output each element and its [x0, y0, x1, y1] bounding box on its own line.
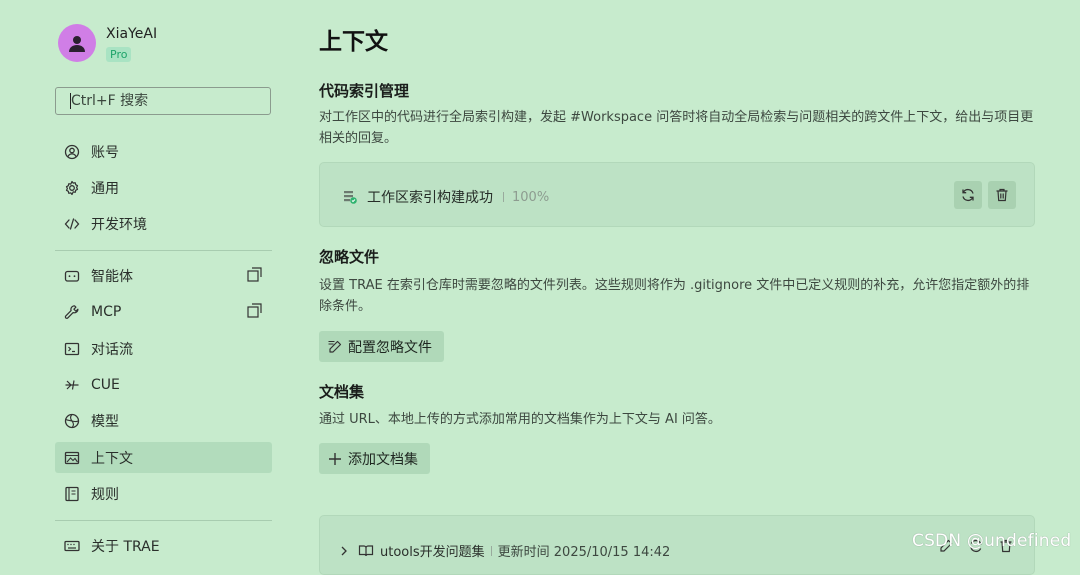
pro-badge: Pro	[106, 47, 132, 62]
sidebar-item-label: 规则	[91, 486, 119, 503]
add-docs-button[interactable]: 添加文档集	[319, 443, 430, 474]
text-caret	[70, 93, 71, 109]
sidebar-item-conversation-flow[interactable]: 对话流	[55, 333, 272, 364]
delete-index-button[interactable]	[988, 181, 1016, 209]
sidebar-divider	[55, 520, 272, 521]
wrench-icon	[64, 304, 80, 320]
sidebar-item-label: 通用	[91, 180, 119, 197]
keyboard-icon	[64, 538, 80, 554]
model-icon	[64, 413, 80, 429]
watermark: CSDN @undefined	[912, 531, 1072, 551]
sidebar-item-agents[interactable]: 智能体	[55, 260, 272, 291]
doc-set-name: utools开发问题集	[380, 545, 485, 560]
sidebar-item-mcp[interactable]: MCP	[55, 296, 272, 327]
sidebar-item-label: CUE	[91, 376, 120, 393]
refresh-icon	[962, 188, 974, 202]
sidebar-item-cue[interactable]: CUE	[55, 369, 272, 400]
button-label: 添加文档集	[348, 450, 418, 467]
index-status-card: 工作区索引构建成功 100%	[319, 162, 1035, 227]
trash-icon	[996, 188, 1008, 202]
search-input[interactable]	[55, 87, 271, 115]
ignore-files-description: 设置 TRAE 在索引仓库时需要忽略的文件列表。这些规则将作为 .gitigno…	[319, 278, 1030, 314]
context-icon	[64, 450, 80, 466]
sidebar-item-models[interactable]: 模型	[55, 405, 272, 436]
avatar	[58, 24, 96, 62]
button-label: 配置忽略文件	[348, 338, 432, 355]
sidebar-item-dev-env[interactable]: 开发环境	[55, 208, 272, 239]
index-status-text: 工作区索引构建成功	[367, 190, 493, 206]
sidebar-item-label: 智能体	[91, 268, 133, 285]
sidebar-item-label: 对话流	[91, 341, 133, 358]
code-index-description: 对工作区中的代码进行全局索引构建，发起 #Workspace 问答时将自动全局检…	[319, 110, 1034, 146]
sidebar-item-rules[interactable]: 规则	[55, 478, 272, 509]
user-name: XiaYeAI	[106, 26, 158, 42]
separator	[490, 545, 492, 556]
code-icon	[64, 216, 80, 232]
sidebar-item-label: 关于 TRAE	[91, 538, 160, 555]
book-icon	[358, 544, 374, 556]
sidebar-item-label: 上下文	[91, 450, 133, 467]
separator	[503, 192, 504, 202]
user-icon	[69, 36, 85, 52]
open-external-icon[interactable]	[247, 267, 262, 282]
sidebar-divider	[55, 250, 272, 251]
agent-icon	[64, 268, 80, 284]
sidebar-item-account[interactable]: 账号	[55, 136, 272, 167]
sidebar-item-general[interactable]: 通用	[55, 172, 272, 203]
index-progress: 100%	[512, 189, 550, 205]
rebuild-index-button[interactable]	[954, 181, 982, 209]
account-icon	[64, 144, 80, 160]
configure-ignore-button[interactable]: 配置忽略文件	[319, 331, 444, 362]
sidebar-item-label: MCP	[91, 303, 122, 320]
edit-icon	[327, 339, 343, 355]
ignore-files-title: 忽略文件	[319, 248, 380, 266]
gear-icon	[64, 180, 80, 196]
terminal-icon	[64, 341, 80, 357]
sidebar: XiaYeAI Pro 账号 通用 开发环境 智能体 MCP	[0, 0, 290, 560]
open-external-icon[interactable]	[247, 303, 262, 318]
sidebar-item-context[interactable]: 上下文	[55, 442, 272, 473]
code-index-title: 代码索引管理	[319, 82, 410, 100]
plus-icon	[327, 451, 343, 467]
user-profile[interactable]: XiaYeAI Pro	[58, 24, 157, 62]
doc-set-updated: 更新时间 2025/10/15 14:42	[497, 545, 671, 560]
docs-description: 通过 URL、本地上传的方式添加常用的文档集作为上下文与 AI 问答。	[319, 412, 721, 427]
sidebar-item-about[interactable]: 关于 TRAE	[55, 530, 272, 561]
sidebar-item-label: 账号	[91, 144, 119, 161]
rules-icon	[64, 486, 80, 502]
docs-title: 文档集	[319, 383, 365, 401]
index-success-icon	[344, 191, 357, 204]
sidebar-item-label: 模型	[91, 413, 119, 430]
chevron-right-icon[interactable]	[338, 545, 350, 557]
cue-icon	[64, 377, 80, 393]
page-title: 上下文	[319, 29, 388, 55]
sidebar-item-label: 开发环境	[91, 216, 147, 233]
